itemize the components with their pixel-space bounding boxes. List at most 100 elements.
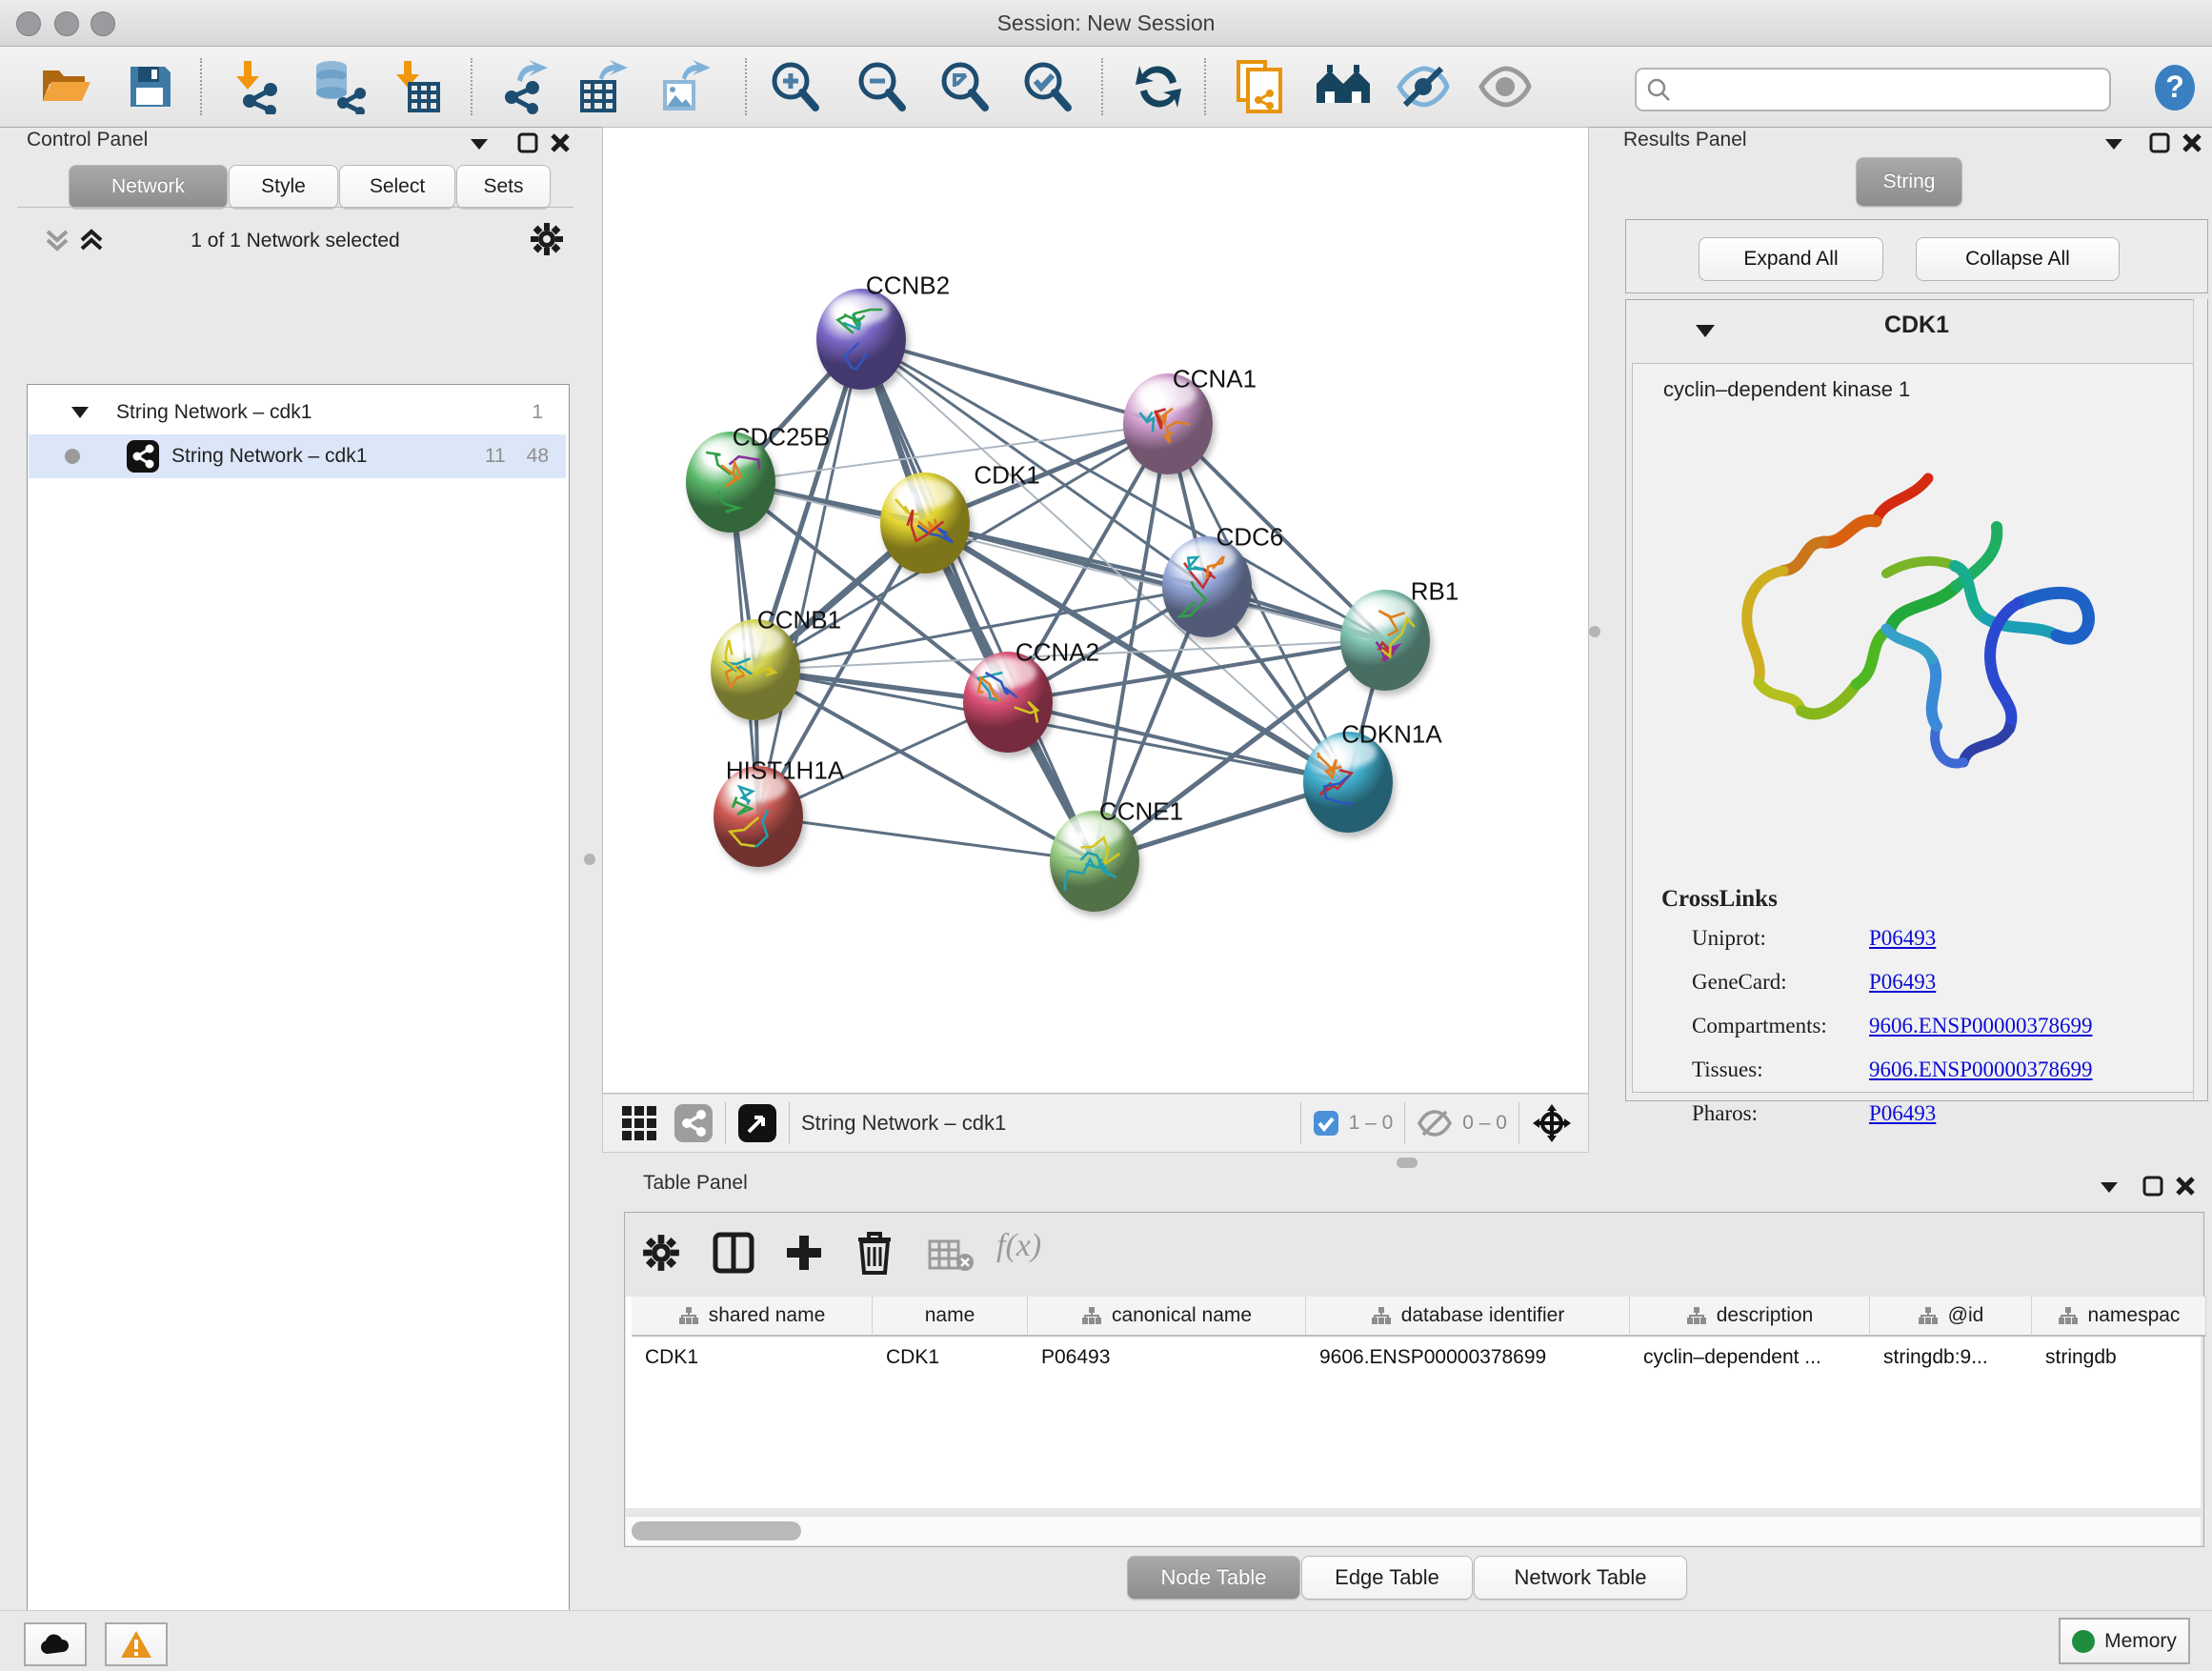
open-session-button[interactable] [35, 55, 98, 118]
zoom-in-button[interactable] [763, 55, 826, 118]
selected-checkbox-icon[interactable] [1313, 1110, 1339, 1137]
network-edge[interactable] [861, 339, 1095, 861]
column-header--id[interactable]: @id [1870, 1297, 2032, 1337]
delete-table-icon[interactable] [928, 1239, 974, 1272]
grid-view-icon[interactable] [620, 1104, 658, 1142]
table-gear-icon[interactable] [642, 1234, 680, 1272]
float-panel-icon[interactable] [517, 132, 538, 153]
database-network-icon [311, 59, 366, 114]
crosslink-link[interactable]: 9606.ENSP00000378699 [1869, 1057, 2093, 1082]
tab-sets[interactable]: Sets [456, 165, 551, 209]
save-session-button[interactable] [119, 55, 182, 118]
gear-icon[interactable] [530, 222, 564, 256]
table-cell[interactable]: stringdb [2032, 1337, 2206, 1379]
cloud-button[interactable] [24, 1622, 87, 1666]
network-canvas[interactable]: CCNB2CCNA1CDC25BCDK1CDC6RB1CCNB1CCNA2CDK… [602, 127, 1589, 1094]
network-row-selected[interactable]: String Network – cdk1 11 48 [29, 434, 566, 478]
column-header-description[interactable]: description [1630, 1297, 1870, 1337]
import-network-icon [231, 59, 284, 114]
eye-slash-icon [1396, 63, 1451, 111]
delete-column-icon[interactable] [855, 1230, 894, 1276]
table-cell[interactable]: 9606.ENSP00000378699 [1306, 1337, 1630, 1379]
zoom-selected-button[interactable] [1016, 55, 1078, 118]
tab-network-table[interactable]: Network Table [1474, 1556, 1687, 1600]
column-header-database-identifier[interactable]: database identifier [1306, 1297, 1630, 1337]
network-collection-row[interactable]: String Network – cdk1 1 [29, 391, 566, 434]
float-panel-icon[interactable] [2142, 1176, 2163, 1197]
show-all-button[interactable] [1474, 55, 1537, 118]
hidden-eye-icon[interactable] [1417, 1109, 1453, 1137]
zoom-out-button[interactable] [850, 55, 913, 118]
float-panel-icon[interactable] [2149, 132, 2170, 153]
function-builder-icon[interactable]: f(x) [996, 1228, 1041, 1264]
zoom-fit-button[interactable] [933, 55, 995, 118]
import-table-file-button[interactable] [387, 55, 450, 118]
protein-description: cyclin–dependent kinase 1 [1663, 377, 1910, 402]
tab-select[interactable]: Select [339, 165, 455, 209]
crosslink-link[interactable]: P06493 [1869, 970, 1936, 995]
close-panel-icon[interactable] [2175, 1176, 2196, 1197]
column-header-shared-name[interactable]: shared name [632, 1297, 873, 1337]
table-hscrollbar[interactable] [626, 1516, 2201, 1545]
export-table-button[interactable] [573, 55, 635, 118]
crosslink-link[interactable]: 9606.ENSP00000378699 [1869, 1014, 2093, 1038]
left-splitter-handle[interactable] [584, 854, 595, 865]
panel-menu-icon[interactable] [2099, 1180, 2120, 1194]
tab-network[interactable]: Network [69, 165, 228, 209]
collapse-all-button[interactable]: Collapse All [1916, 237, 2120, 281]
tab-node-table[interactable]: Node Table [1127, 1556, 1300, 1600]
status-bar [0, 1610, 2212, 1671]
search-input[interactable] [1680, 72, 2109, 107]
collapse-card-icon[interactable] [1694, 323, 1717, 338]
import-network-database-button[interactable] [307, 55, 370, 118]
copy-style-button[interactable] [1229, 55, 1292, 118]
network-edge[interactable] [758, 816, 1095, 861]
protein-ribbon-thumbnail [816, 289, 906, 390]
hide-selected-button[interactable] [1392, 55, 1455, 118]
tree-expander-icon[interactable] [70, 406, 90, 419]
tab-string[interactable]: String [1856, 157, 1962, 207]
panel-menu-icon[interactable] [2103, 137, 2124, 151]
help-button[interactable]: ? [2151, 64, 2199, 111]
column-header-name[interactable]: name [873, 1297, 1028, 1337]
crosslink-link[interactable]: P06493 [1869, 1101, 1936, 1126]
column-header-namespac[interactable]: namespac [2032, 1297, 2206, 1337]
refresh-button[interactable] [1127, 55, 1190, 118]
results-scrollbar[interactable] [2193, 299, 2207, 1099]
add-column-icon[interactable] [783, 1232, 825, 1274]
protein-details: cyclin–dependent kinase 1 [1632, 363, 2200, 1093]
network-node-ccnb2[interactable] [816, 289, 906, 390]
close-panel-icon[interactable] [2182, 132, 2202, 153]
crosshair-icon[interactable] [1531, 1102, 1573, 1144]
panel-menu-icon[interactable] [469, 137, 490, 151]
birds-eye-view-icon[interactable] [737, 1103, 777, 1143]
table-cell[interactable]: P06493 [1028, 1337, 1306, 1379]
warning-icon [120, 1630, 152, 1659]
first-neighbors-button[interactable] [1312, 55, 1375, 118]
crosslink-link[interactable]: P06493 [1869, 926, 1936, 951]
table-cell[interactable]: cyclin–dependent ... [1630, 1337, 1870, 1379]
crosslink-row: Uniprot:P06493 [1692, 926, 2178, 951]
table-cell[interactable]: CDK1 [873, 1337, 1028, 1379]
table-hscrollbar-thumb[interactable] [632, 1521, 801, 1540]
export-image-button[interactable] [654, 55, 716, 118]
table-cell[interactable]: CDK1 [632, 1337, 873, 1379]
close-panel-icon[interactable] [550, 132, 571, 153]
expand-all-icon[interactable] [78, 228, 105, 252]
import-network-file-button[interactable] [226, 55, 289, 118]
network-edge[interactable] [758, 339, 861, 816]
table-cell[interactable]: stringdb:9... [1870, 1337, 2032, 1379]
tab-style[interactable]: Style [229, 165, 338, 209]
tab-edge-table[interactable]: Edge Table [1301, 1556, 1473, 1600]
network-node-cdk1[interactable] [880, 473, 970, 574]
select-columns-icon[interactable] [713, 1232, 754, 1274]
memory-button[interactable]: Memory [2059, 1618, 2190, 1664]
expand-all-button[interactable]: Expand All [1699, 237, 1883, 281]
right-splitter-handle[interactable] [1589, 626, 1600, 637]
statusbar-separator [1300, 1102, 1301, 1144]
column-header-canonical-name[interactable]: canonical name [1028, 1297, 1306, 1337]
warnings-button[interactable] [105, 1622, 168, 1666]
export-network-button[interactable] [493, 55, 556, 118]
collapse-all-icon[interactable] [44, 228, 70, 252]
network-share-icon[interactable] [674, 1103, 714, 1143]
